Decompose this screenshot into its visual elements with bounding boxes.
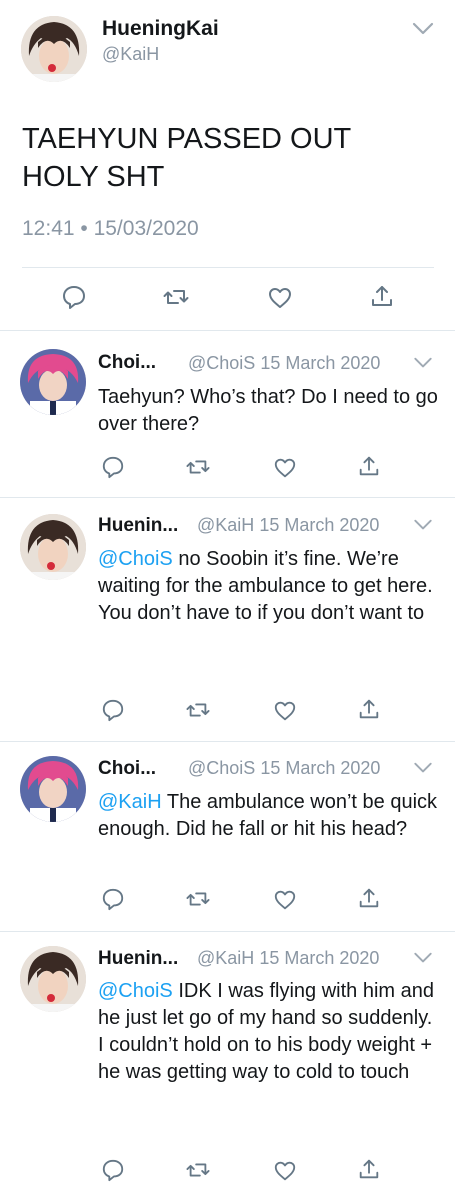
main-tweet: HueningKai @KaiH TAEHYUN PASSED OUT HOLY…: [0, 0, 455, 330]
author-handle[interactable]: @KaiH: [197, 948, 254, 968]
chevron-down-icon[interactable]: [413, 519, 433, 531]
choi-avatar-image: [20, 349, 86, 415]
kai-avatar-image: [20, 946, 86, 1012]
tweet-text: TAEHYUN PASSED OUT HOLY SHT: [22, 123, 352, 193]
tweet-text: @KaiH The ambulance won’t be quick enoug…: [98, 789, 438, 843]
reply-date: 15 March 2020: [260, 758, 381, 778]
like-icon[interactable]: [273, 699, 297, 723]
reply-body: Taehyun? Who’s that? Do I need to go ove…: [98, 386, 438, 435]
author-handle[interactable]: @ChoiS: [188, 758, 255, 778]
reply-date: 15 March 2020: [259, 515, 380, 535]
author-name[interactable]: Huenin...: [98, 948, 178, 970]
reply-meta: @ChoiS 15 March 2020: [188, 353, 380, 374]
tweet-text: Taehyun? Who’s that? Do I need to go ove…: [98, 384, 438, 438]
share-icon[interactable]: [369, 283, 395, 309]
avatar[interactable]: [20, 514, 86, 580]
divider: [0, 931, 455, 932]
tweet-text: @ChoiS no Soobin it’s fine. We’re waitin…: [98, 546, 438, 627]
retweet-icon[interactable]: [163, 284, 189, 310]
divider: [0, 741, 455, 742]
reply-icon[interactable]: [101, 455, 125, 479]
divider: [0, 497, 455, 498]
reply-icon[interactable]: [101, 887, 125, 911]
reply-icon[interactable]: [61, 284, 87, 310]
reply-icon[interactable]: [101, 1158, 125, 1182]
mention-link[interactable]: @ChoiS: [98, 548, 173, 570]
avatar[interactable]: [20, 946, 86, 1012]
share-icon[interactable]: [357, 697, 381, 721]
section-divider: [0, 330, 455, 331]
like-icon[interactable]: [273, 888, 297, 912]
mention-link[interactable]: @KaiH: [98, 791, 162, 813]
reply-date: 15 March 2020: [259, 948, 380, 968]
kai-avatar-image: [21, 16, 87, 82]
mention-link[interactable]: @ChoiS: [98, 980, 173, 1002]
avatar[interactable]: [20, 756, 86, 822]
tweet-text: @ChoiS IDK I was flying with him and he …: [98, 978, 438, 1086]
tweet-timestamp: 12:41 • 15/03/2020: [22, 217, 199, 240]
author-name[interactable]: Huenin...: [98, 515, 178, 537]
chevron-down-icon[interactable]: [412, 22, 434, 36]
like-icon[interactable]: [267, 285, 293, 311]
reply-date: 15 March 2020: [260, 353, 381, 373]
reply-meta: @ChoiS 15 March 2020: [188, 758, 380, 779]
share-icon[interactable]: [357, 454, 381, 478]
reply-meta: @KaiH 15 March 2020: [197, 515, 379, 536]
choi-avatar-image: [20, 756, 86, 822]
retweet-icon[interactable]: [186, 455, 210, 479]
like-icon[interactable]: [273, 1159, 297, 1183]
chevron-down-icon[interactable]: [413, 952, 433, 964]
retweet-icon[interactable]: [186, 698, 210, 722]
author-handle[interactable]: @ChoiS: [188, 353, 255, 373]
like-icon[interactable]: [273, 456, 297, 480]
chevron-down-icon[interactable]: [413, 762, 433, 774]
share-icon[interactable]: [357, 1157, 381, 1181]
divider: [22, 267, 434, 268]
author-handle[interactable]: @KaiH: [102, 44, 159, 65]
avatar[interactable]: [20, 349, 86, 415]
chevron-down-icon[interactable]: [413, 357, 433, 369]
author-name[interactable]: HueningKai: [102, 17, 219, 41]
retweet-icon[interactable]: [186, 1158, 210, 1182]
reply-icon[interactable]: [101, 698, 125, 722]
author-name[interactable]: Choi...: [98, 352, 156, 374]
share-icon[interactable]: [357, 886, 381, 910]
retweet-icon[interactable]: [186, 887, 210, 911]
kai-avatar-image: [20, 514, 86, 580]
avatar[interactable]: [21, 16, 87, 82]
reply-meta: @KaiH 15 March 2020: [197, 948, 379, 969]
author-handle[interactable]: @KaiH: [197, 515, 254, 535]
author-name[interactable]: Choi...: [98, 758, 156, 780]
